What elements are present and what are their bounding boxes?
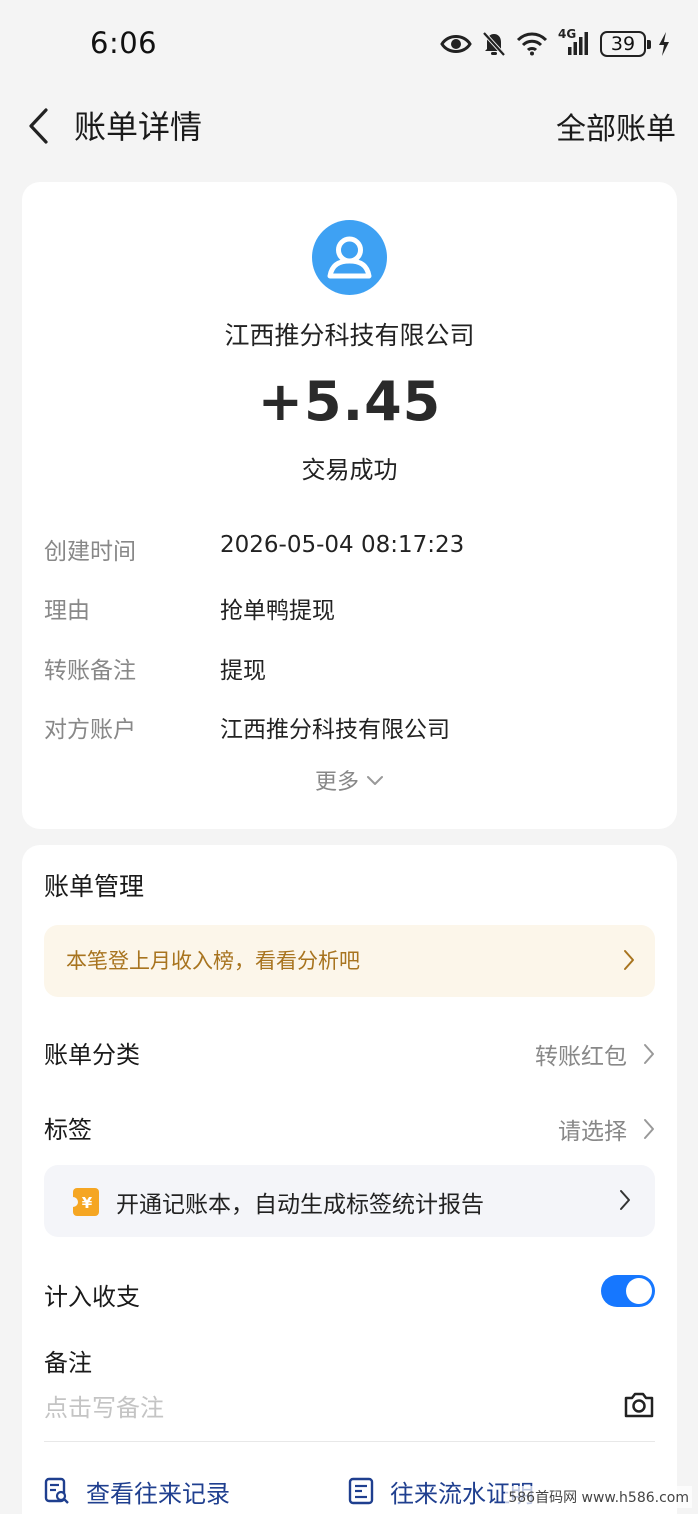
chevron-right-icon — [620, 1190, 630, 1210]
note-input[interactable] — [44, 1385, 604, 1431]
record-search-icon — [44, 1477, 69, 1504]
nav-header: 账单详情 全部账单 — [0, 90, 698, 162]
detail-label: 创建时间 — [44, 539, 136, 565]
income-rank-banner[interactable]: 本笔登上月收入榜，看看分析吧 — [44, 925, 655, 997]
detail-row-reason: 理由 抢单鸭提现 — [44, 591, 655, 631]
battery-level: 39 — [610, 33, 636, 55]
detail-label: 理由 — [44, 598, 90, 624]
status-icons: 4G 39 — [440, 27, 670, 60]
rank-banner-text: 本笔登上月收入榜，看看分析吧 — [66, 949, 360, 973]
transaction-status: 交易成功 — [301, 456, 398, 484]
include-in-budget-row: 计入收支 — [44, 1273, 655, 1317]
view-history-link[interactable]: 查看往来记录 — [44, 1471, 230, 1511]
camera-icon[interactable] — [623, 1391, 655, 1423]
user-icon — [312, 220, 387, 295]
eye-icon — [440, 33, 472, 55]
detail-label: 转账备注 — [44, 658, 136, 684]
tag-value: 请选择 — [558, 1119, 627, 1145]
chevron-right-icon — [624, 950, 634, 970]
detail-row-created-time: 创建时间 2026-05-04 08:17:23 — [44, 532, 655, 572]
back-button[interactable] — [20, 104, 56, 148]
ledger-coupon-icon: ¥ — [72, 1187, 100, 1217]
charging-icon — [658, 32, 670, 56]
tag-row[interactable]: 标签 请选择 — [44, 1106, 655, 1150]
page-title: 账单详情 — [74, 108, 203, 146]
detail-value: 抢单鸭提现 — [220, 598, 335, 624]
section-title: 账单管理 — [44, 872, 145, 901]
category-row[interactable]: 账单分类 转账红包 — [44, 1031, 655, 1075]
detail-value: 江西推分科技有限公司 — [220, 717, 450, 743]
detail-value: 2026-05-04 08:17:23 — [220, 532, 465, 558]
divider — [44, 1441, 655, 1442]
status-time: 6:06 — [90, 26, 158, 60]
wifi-icon — [516, 32, 548, 56]
svg-text:¥: ¥ — [82, 1194, 93, 1212]
include-label: 计入收支 — [44, 1283, 140, 1311]
all-bills-link[interactable]: 全部账单 — [556, 104, 676, 148]
document-icon — [348, 1477, 374, 1505]
more-label: 更多 — [314, 770, 359, 795]
include-toggle[interactable] — [601, 1275, 655, 1307]
ledger-banner-text: 开通记账本，自动生成标签统计报告 — [116, 1192, 484, 1218]
detail-label: 对方账户 — [44, 717, 136, 743]
payee-name: 江西推分科技有限公司 — [224, 321, 475, 350]
network-type: 4G — [558, 27, 577, 41]
note-label: 备注 — [44, 1349, 92, 1377]
status-bar: 6:06 4G 39 — [0, 0, 698, 90]
bill-summary-card: 江西推分科技有限公司 +5.45 交易成功 创建时间 2026-05-04 08… — [22, 182, 677, 829]
more-button[interactable]: 更多 — [22, 764, 677, 796]
open-ledger-banner[interactable]: ¥ 开通记账本，自动生成标签统计报告 — [44, 1165, 655, 1237]
chevron-right-icon — [644, 1044, 654, 1064]
chevron-left-icon — [29, 108, 48, 144]
view-history-label: 查看往来记录 — [86, 1479, 230, 1508]
detail-row-counterparty: 对方账户 江西推分科技有限公司 — [44, 710, 655, 750]
signal-icon: 4G — [558, 27, 590, 57]
amount: +5.45 — [257, 370, 442, 433]
bell-off-icon — [482, 31, 506, 57]
category-value: 转账红包 — [535, 1044, 627, 1070]
watermark: 586首码网 www.h586.com — [505, 1486, 692, 1508]
chevron-right-icon — [644, 1119, 654, 1139]
category-label: 账单分类 — [44, 1041, 140, 1069]
battery-icon: 39 — [600, 31, 651, 57]
detail-row-transfer-note: 转账备注 提现 — [44, 651, 655, 691]
tag-label: 标签 — [44, 1116, 92, 1144]
detail-value: 提现 — [220, 658, 266, 684]
bill-management-card: 账单管理 本笔登上月收入榜，看看分析吧 账单分类 转账红包 标签 请选择 ¥ 开… — [22, 845, 677, 1514]
chevron-down-icon — [367, 776, 383, 785]
